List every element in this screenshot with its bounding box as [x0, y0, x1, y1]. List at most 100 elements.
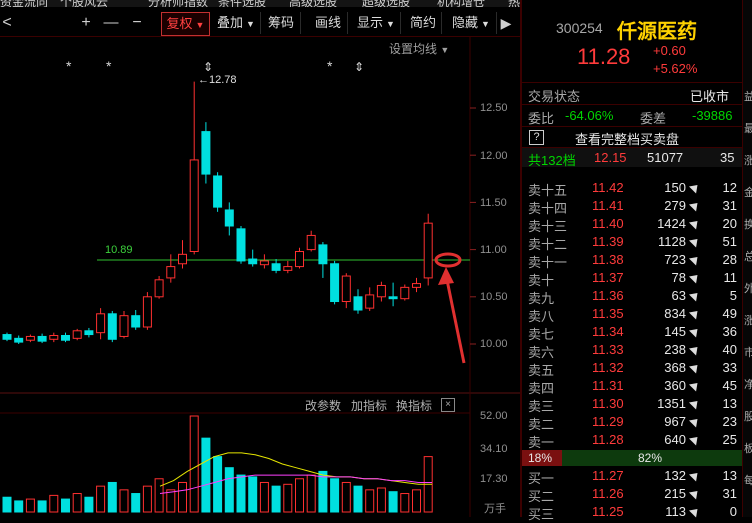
order-detail-icon[interactable]: [688, 217, 702, 230]
switch-indicator-button[interactable]: 换指标: [396, 397, 432, 414]
candle-body[interactable]: [166, 266, 176, 279]
candle-body[interactable]: [49, 335, 59, 340]
candle-body[interactable]: [388, 296, 398, 300]
volume-bar[interactable]: [14, 500, 24, 513]
volume-bar[interactable]: [236, 474, 246, 513]
order-detail-icon[interactable]: [688, 397, 702, 410]
volume-bar[interactable]: [376, 487, 386, 513]
candle-body[interactable]: [154, 279, 164, 298]
order-detail-icon[interactable]: [688, 181, 702, 194]
candle-body[interactable]: [119, 315, 129, 337]
candle-body[interactable]: [84, 330, 94, 336]
candle-body[interactable]: [330, 263, 340, 303]
volume-bar[interactable]: [142, 485, 152, 513]
volume-bar[interactable]: [271, 485, 281, 513]
volume-bar[interactable]: [119, 489, 129, 513]
candle-body[interactable]: [353, 296, 363, 311]
candle-body[interactable]: [131, 315, 141, 328]
volume-bar[interactable]: [154, 478, 164, 513]
candle-body[interactable]: [271, 263, 281, 271]
candle-body[interactable]: [283, 266, 293, 271]
candle-body[interactable]: [259, 260, 269, 266]
order-detail-icon[interactable]: [688, 505, 702, 518]
price-tick: 11.50: [480, 197, 507, 209]
candle-body[interactable]: [365, 294, 375, 309]
volume-bar[interactable]: [131, 493, 141, 513]
edit-params-button[interactable]: 改参数: [305, 397, 341, 414]
volume-bar[interactable]: [213, 456, 223, 513]
volume-bar[interactable]: [248, 476, 258, 513]
volume-bar[interactable]: [96, 485, 106, 513]
order-detail-icon[interactable]: [688, 415, 702, 428]
volume-bar[interactable]: [166, 489, 176, 513]
volume-bar[interactable]: [365, 489, 375, 513]
order-price: 11.33: [592, 342, 624, 357]
candle-body[interactable]: [96, 313, 106, 334]
candle-body[interactable]: [107, 313, 117, 340]
volume-bar[interactable]: [201, 437, 211, 513]
candle-body[interactable]: [224, 209, 234, 227]
volume-bar[interactable]: [412, 489, 421, 513]
candle-body[interactable]: [25, 335, 35, 341]
candle-body[interactable]: [189, 159, 199, 252]
volume-bar[interactable]: [25, 498, 35, 513]
candle-body[interactable]: [341, 275, 351, 303]
order-detail-icon[interactable]: [688, 469, 702, 482]
volume-bar[interactable]: [295, 478, 304, 513]
order-detail-icon[interactable]: [688, 199, 702, 212]
volume-bar[interactable]: [2, 496, 12, 513]
candle-body[interactable]: [61, 335, 70, 341]
candle-body[interactable]: [236, 228, 246, 262]
order-detail-icon[interactable]: [688, 361, 702, 374]
order-detail-icon[interactable]: [688, 379, 702, 392]
order-detail-icon[interactable]: [688, 271, 702, 284]
volume-bar[interactable]: [37, 500, 47, 513]
volume-bar[interactable]: [353, 485, 363, 513]
candle-body[interactable]: [178, 253, 187, 265]
volume-bar[interactable]: [178, 481, 187, 513]
candle-body[interactable]: [318, 244, 328, 265]
close-icon[interactable]: ×: [441, 398, 455, 412]
view-full-orderbook-link[interactable]: 查看完整档买卖盘: [575, 129, 679, 148]
candle-body[interactable]: [37, 335, 47, 342]
volume-bar[interactable]: [341, 481, 351, 513]
order-detail-icon[interactable]: [688, 487, 702, 500]
candle-body[interactable]: [400, 286, 410, 300]
candle-body[interactable]: [376, 284, 386, 298]
volume-bar[interactable]: [318, 470, 328, 513]
total-levels-count: 35: [720, 150, 735, 165]
add-indicator-button[interactable]: 加指标: [351, 397, 387, 414]
help-icon[interactable]: ?: [529, 130, 544, 145]
volume-bar[interactable]: [259, 481, 269, 513]
volume-bar[interactable]: [330, 478, 340, 513]
order-detail-icon[interactable]: [688, 307, 702, 320]
volume-bar[interactable]: [306, 474, 316, 513]
volume-bar[interactable]: [400, 493, 410, 513]
candle-body[interactable]: [2, 334, 12, 340]
volume-bar[interactable]: [189, 415, 199, 513]
candle-body[interactable]: [72, 330, 82, 339]
candle-body[interactable]: [248, 258, 258, 265]
order-detail-icon[interactable]: [688, 289, 702, 302]
order-detail-icon[interactable]: [688, 343, 702, 356]
candle-body[interactable]: [14, 337, 24, 343]
candle-body[interactable]: [213, 175, 223, 208]
volume-bar[interactable]: [388, 491, 398, 513]
volume-bar[interactable]: [49, 494, 59, 513]
volume-bar[interactable]: [107, 481, 117, 513]
volume-bar[interactable]: [283, 483, 293, 513]
side-info-tab[interactable]: 益最涨金换总外涨市净股板每: [742, 0, 752, 517]
volume-bar[interactable]: [72, 493, 82, 513]
stock-name[interactable]: 仟源医药: [617, 15, 697, 44]
order-detail-icon[interactable]: [688, 253, 702, 266]
candle-body[interactable]: [201, 131, 211, 175]
volume-bar[interactable]: [84, 496, 94, 513]
candle-body[interactable]: [306, 234, 316, 251]
candle-body[interactable]: [142, 296, 152, 328]
order-detail-icon[interactable]: [688, 235, 702, 248]
volume-bar[interactable]: [224, 467, 234, 513]
candle-body[interactable]: [295, 250, 304, 268]
order-detail-icon[interactable]: [688, 433, 702, 446]
order-detail-icon[interactable]: [688, 325, 702, 338]
volume-bar[interactable]: [61, 498, 70, 513]
